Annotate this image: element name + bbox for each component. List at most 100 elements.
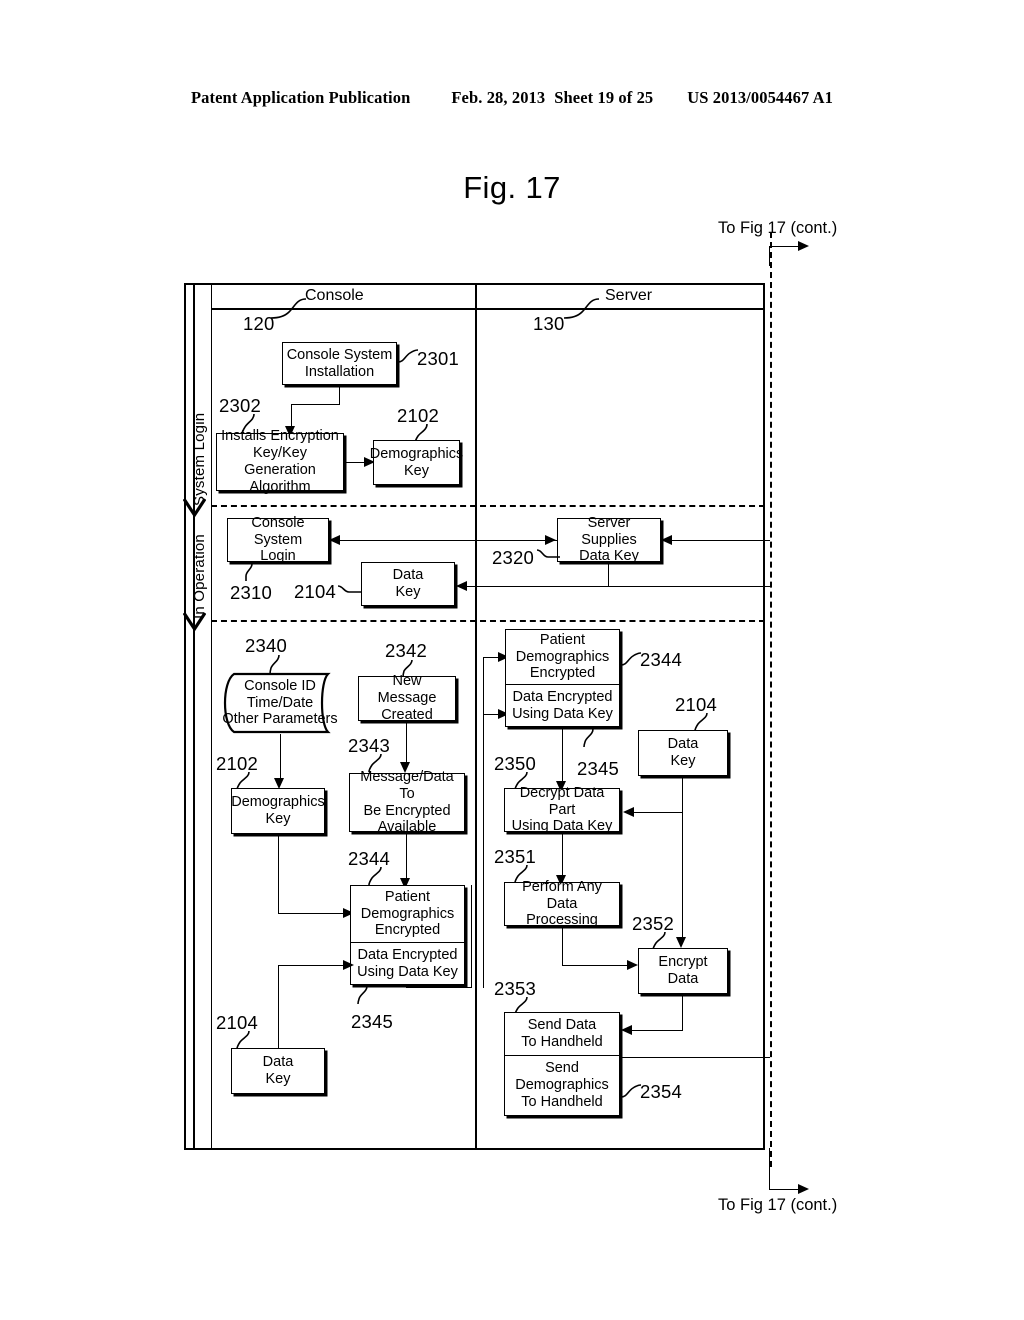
node-ref-2301: 2301 <box>417 348 459 369</box>
band-chevron-2 <box>183 612 206 632</box>
node-label: Console ID Time/Date Other Parameters <box>222 677 338 728</box>
node-perform-any-data-processing[interactable]: Perform Any Data Processing <box>504 878 620 929</box>
node-installs-encryption-key[interactable]: Installs Encryption Key/Key Generation A… <box>216 428 344 495</box>
edge-2301-2302-h <box>291 404 340 405</box>
node-ref-2345-console: 2345 <box>351 1011 393 1032</box>
node-ref-2320: 2320 <box>492 547 534 568</box>
edge-cross-up <box>483 657 484 987</box>
node-message-data-to-be-encrypted[interactable]: Message/Data To Be Encrypted Available <box>349 769 465 835</box>
node-new-message-created[interactable]: New Message Created <box>358 673 456 723</box>
frame-left-outer <box>184 283 186 1150</box>
edge-2102-2344-h <box>278 913 344 914</box>
node-ref-2345-server: 2345 <box>577 758 619 779</box>
edge-server-supplies-down <box>608 562 609 586</box>
node-encrypt-data[interactable]: Encrypt Data <box>638 948 728 994</box>
leader-2344-console <box>368 866 382 886</box>
edge-login-feed-right-arrow <box>545 535 556 545</box>
node-label: Message/Data To Be Encrypted Available <box>360 768 454 836</box>
node-label: Encrypt Data <box>658 954 708 987</box>
band-separator-2 <box>211 620 765 622</box>
patent-figure-page: Patent Application Publication Feb. 28, … <box>0 0 1024 1320</box>
header-sheet: Sheet 19 of 25 <box>554 88 654 107</box>
node-console-id-params[interactable]: Console ID Time/Date Other Parameters <box>216 672 344 734</box>
node-send-composite: Send Data To Handheld Send Demographics … <box>504 1012 620 1116</box>
node-console-system-login[interactable]: Console System Login <box>227 514 329 565</box>
node-label: Server Supplies Data Key <box>579 514 639 565</box>
continuation-arrowhead-top <box>798 241 809 251</box>
node-label: Data Key <box>667 736 699 769</box>
edge-cross-joint <box>483 987 484 988</box>
edge-2351-2352-v <box>562 927 563 965</box>
node-data-key-operation[interactable]: Data Key <box>361 562 455 606</box>
band-separator-1 <box>211 505 765 507</box>
edge-data-key-supply-h <box>463 586 770 587</box>
edge-2352-2353-h <box>628 1030 683 1031</box>
edge-cross-bottom <box>406 987 472 988</box>
leader-2345-server <box>583 728 594 748</box>
node-label: Decrypt Data Part Using Data Key <box>511 784 613 835</box>
node-data-encrypted-using-data-key-console[interactable]: Data Encrypted Using Data Key <box>350 943 465 985</box>
continuation-rail-dashed <box>770 232 772 1167</box>
node-decrypt-data-part[interactable]: Decrypt Data Part Using Data Key <box>504 784 620 835</box>
edge-send-exit-right <box>620 1057 770 1058</box>
edge-2352-2353-arrow <box>621 1025 632 1035</box>
edge-cross-right-wall <box>471 885 472 987</box>
swimlane-left-wall <box>211 283 212 1150</box>
node-data-encrypted-using-data-key-server[interactable]: Data Encrypted Using Data Key <box>505 685 620 727</box>
edge-2102-2344-v <box>278 836 279 913</box>
leader-2104-server <box>694 712 708 732</box>
band-chevron-1 <box>183 498 206 518</box>
edge-2340-2102-v <box>280 734 281 780</box>
frame-right <box>763 283 765 1150</box>
node-ref-2104-operation: 2104 <box>294 581 336 602</box>
header-patent-number: US 2013/0054467 A1 <box>687 88 833 107</box>
edge-2301-2302-v1 <box>339 387 340 404</box>
node-patient-demographics-encrypted-console[interactable]: Patient Demographics Encrypted <box>350 885 465 943</box>
edge-2104s-2352-arrow <box>676 937 686 948</box>
edge-login-feed-left-arrow <box>329 535 340 545</box>
node-data-key-server[interactable]: Data Key <box>638 730 728 776</box>
header-publication: Patent Application Publication <box>191 88 411 107</box>
edge-login-feed-left <box>336 540 558 541</box>
edge-2104s-2350-v <box>682 776 683 812</box>
leader-130 <box>563 298 600 319</box>
leader-2310 <box>245 563 253 581</box>
edge-2345-2350-v <box>562 728 563 783</box>
node-demographics-key-top[interactable]: Demographics Key <box>370 440 463 485</box>
continuation-arrow-bottom-stem <box>769 1148 770 1189</box>
band-label-system-login: System Login <box>191 412 208 506</box>
continuation-arrow-top-bar <box>769 246 799 247</box>
header-date: Feb. 28, 2013 <box>451 88 546 107</box>
edge-2104s-2350-h <box>630 812 683 813</box>
node-send-data-to-handheld[interactable]: Send Data To Handheld <box>504 1012 620 1056</box>
figure-title: Fig. 17 <box>463 170 561 205</box>
node-server-supplies-data-key[interactable]: Server Supplies Data Key <box>557 514 661 565</box>
node-label: Data Encrypted Using Data Key <box>357 946 458 980</box>
node-demographics-key-console[interactable]: Demographics Key <box>231 788 325 834</box>
node-label: Perform Any Data Processing <box>522 878 602 929</box>
node-server-encrypted-composite: Patient Demographics Encrypted Data Encr… <box>505 629 620 727</box>
node-label: Console System Login <box>251 514 305 565</box>
node-send-demographics-to-handheld[interactable]: Send Demographics To Handheld <box>504 1056 620 1116</box>
edge-2342-2343-v <box>406 722 407 764</box>
node-console-system-installation[interactable]: Console System Installation <box>282 342 397 385</box>
edge-2104-2345-v <box>278 965 279 1049</box>
leader-2345-console <box>357 985 368 1005</box>
column-divider-console-server <box>475 283 477 1150</box>
node-data-key-console-bottom[interactable]: Data Key <box>231 1048 325 1094</box>
edge-2302-2102 <box>346 462 366 463</box>
edge-2343-2344-v <box>406 833 407 880</box>
node-ref-2344-server: 2344 <box>640 649 682 670</box>
node-label: Send Demographics To Handheld <box>515 1060 609 1110</box>
node-label: Send Data To Handheld <box>521 1017 603 1050</box>
node-patient-demographics-encrypted-server[interactable]: Patient Demographics Encrypted <box>505 629 620 685</box>
node-label: Data Key <box>262 1054 294 1087</box>
node-label: Data Key <box>392 567 424 600</box>
edge-2352-2353-v <box>682 995 683 1030</box>
node-label: Patient Demographics Encrypted <box>360 888 455 939</box>
edge-2104-2345-h <box>278 965 344 966</box>
leader-2104-console-bottom <box>236 1030 250 1050</box>
continuation-label-bottom: To Fig 17 (cont.) <box>718 1196 838 1214</box>
continuation-arrow-bottom-bar <box>769 1189 799 1190</box>
node-label: Data Encrypted Using Data Key <box>512 688 613 722</box>
